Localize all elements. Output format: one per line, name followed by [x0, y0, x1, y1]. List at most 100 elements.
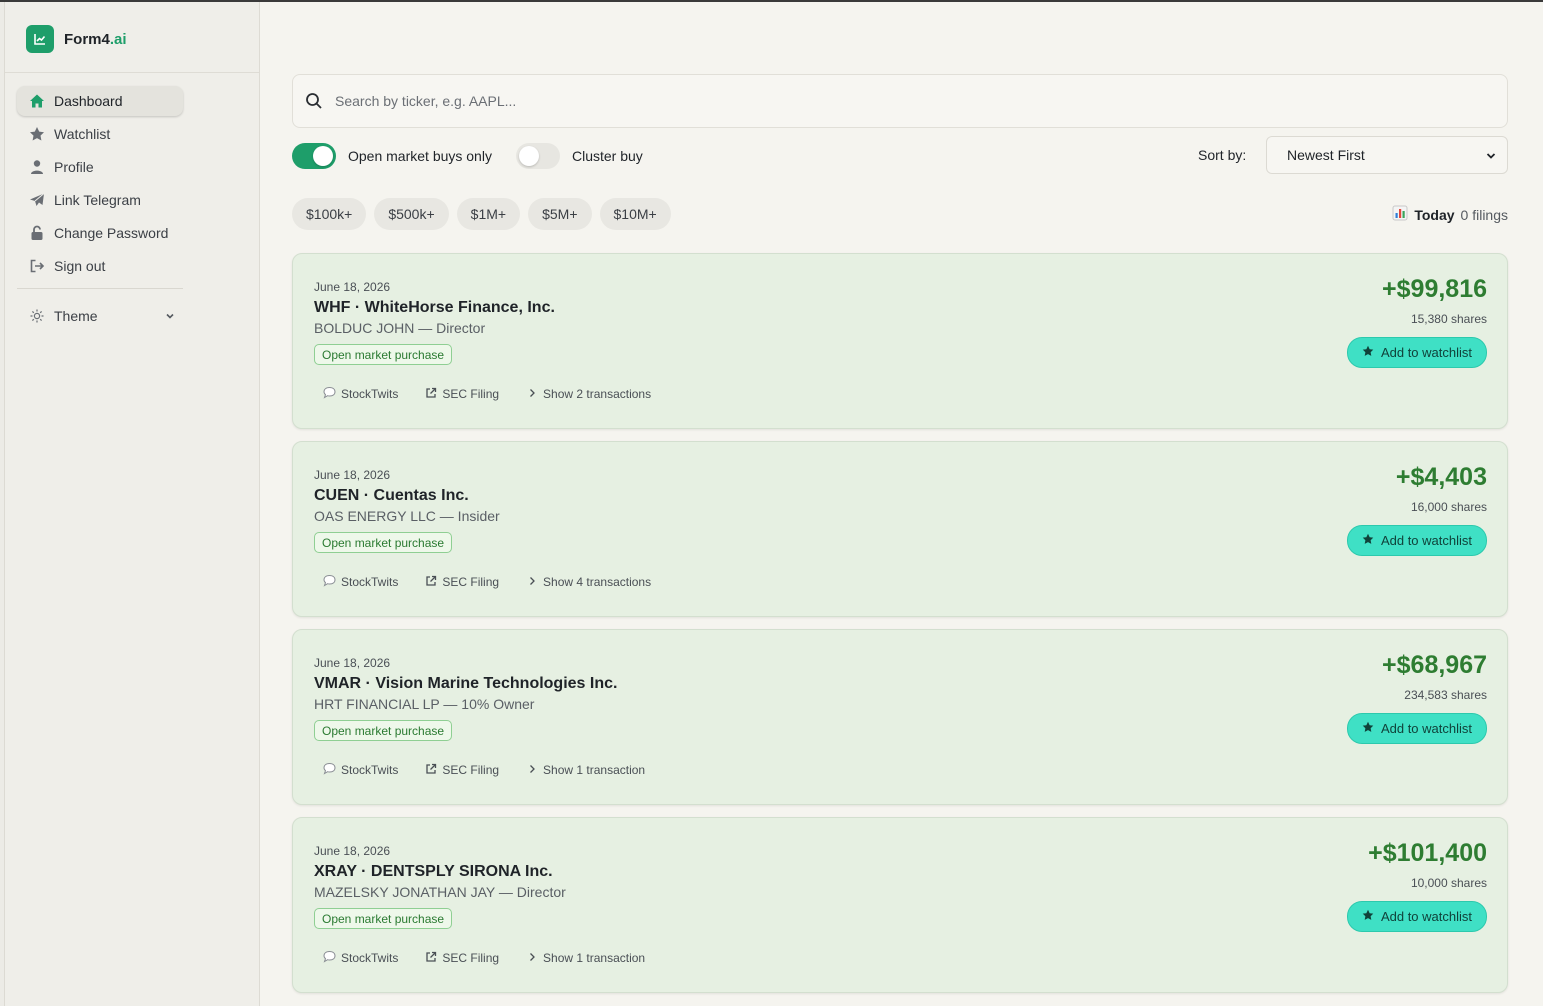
shares-count: 10,000 shares	[1410, 876, 1487, 890]
lock-icon	[29, 225, 45, 241]
sidebar-item-watchlist[interactable]: Watchlist	[17, 119, 183, 149]
add-to-watchlist-button[interactable]: Add to watchlist	[1346, 337, 1487, 368]
add-to-watchlist-label: Add to watchlist	[1380, 721, 1472, 736]
sidebar-item-label: Sign out	[54, 258, 106, 274]
theme-label: Theme	[54, 308, 98, 324]
search-bar[interactable]	[292, 74, 1508, 128]
filing-card: June 18, 2026 WHF · WhiteHorse Finance, …	[292, 253, 1508, 429]
stocktwits-link[interactable]: StockTwits	[323, 386, 398, 402]
transaction-type-badge: Open market purchase	[314, 720, 453, 741]
filing-date: June 18, 2026	[314, 280, 391, 294]
chip-1m[interactable]: $1M+	[456, 198, 521, 230]
card-links: StockTwits SEC Filing Show 4 transaction…	[323, 574, 678, 590]
card-links: StockTwits SEC Filing Show 1 transaction	[323, 950, 672, 966]
stocktwits-link[interactable]: StockTwits	[323, 574, 398, 590]
sort-value: Newest First	[1287, 147, 1365, 163]
sec-filing-label: SEC Filing	[442, 763, 500, 777]
sidebar-item-label: Change Password	[54, 225, 169, 241]
show-transactions-label: Show 2 transactions	[543, 387, 652, 401]
chevron-right-icon	[526, 575, 538, 590]
add-to-watchlist-button[interactable]: Add to watchlist	[1346, 525, 1487, 556]
filing-title[interactable]: VMAR · Vision Marine Technologies Inc.	[314, 675, 617, 693]
add-to-watchlist-label: Add to watchlist	[1380, 345, 1472, 360]
stocktwits-link[interactable]: StockTwits	[323, 950, 398, 966]
stocktwits-label: StockTwits	[341, 763, 399, 777]
show-transactions-label: Show 4 transactions	[543, 575, 652, 589]
chip-10m[interactable]: $10M+	[599, 198, 671, 230]
external-link-icon	[425, 951, 437, 966]
purchase-amount: +$99,816	[1382, 275, 1487, 303]
show-transactions-toggle[interactable]: Show 1 transaction	[526, 951, 645, 966]
amount-filter-chips: $100k+ $500k+ $1M+ $5M+ $10M+	[292, 198, 671, 230]
insider-name: HRT FINANCIAL LP — 10% Owner	[314, 696, 535, 712]
search-icon	[305, 92, 323, 110]
chevron-right-icon	[526, 763, 538, 778]
chip-500k[interactable]: $500k+	[374, 198, 449, 230]
purchase-amount: +$68,967	[1382, 651, 1487, 679]
speech-bubble-icon	[323, 762, 336, 778]
sidebar-item-label: Link Telegram	[54, 192, 141, 208]
stocktwits-label: StockTwits	[341, 575, 399, 589]
show-transactions-toggle[interactable]: Show 1 transaction	[526, 763, 645, 778]
filing-title[interactable]: XRAY · DENTSPLY SIRONA Inc.	[314, 863, 553, 881]
bar-chart-icon	[1392, 205, 1408, 224]
brand-name: Form4.ai	[64, 30, 127, 48]
sort-label: Sort by:	[1198, 147, 1247, 163]
user-icon	[29, 159, 45, 175]
insider-name: OAS ENERGY LLC — Insider	[314, 508, 500, 524]
add-to-watchlist-button[interactable]: Add to watchlist	[1346, 713, 1487, 744]
search-input[interactable]	[335, 93, 1435, 109]
chevron-down-icon	[165, 308, 175, 324]
sidebar-item-dashboard[interactable]: Dashboard	[17, 86, 183, 116]
star-icon	[1362, 533, 1374, 548]
shares-count: 234,583 shares	[1404, 688, 1487, 702]
chart-logo-icon	[26, 25, 54, 53]
sidebar-item-label: Dashboard	[54, 93, 123, 109]
sidebar-nav: Dashboard Watchlist Profile Link Telegra…	[17, 86, 183, 334]
sec-filing-label: SEC Filing	[442, 387, 500, 401]
filters-row: Open market buys only Cluster buy Sort b…	[292, 136, 1508, 174]
sidebar-item-link-telegram[interactable]: Link Telegram	[17, 185, 183, 215]
sort-select[interactable]: Newest First	[1266, 136, 1508, 174]
show-transactions-toggle[interactable]: Show 2 transactions	[526, 387, 651, 402]
sidebar-item-change-password[interactable]: Change Password	[17, 218, 183, 248]
speech-bubble-icon	[323, 950, 336, 966]
brand[interactable]: Form4.ai	[26, 25, 127, 53]
cluster-buy-toggle[interactable]	[515, 143, 560, 169]
sidebar-item-profile[interactable]: Profile	[17, 152, 183, 182]
toggle-knob	[313, 146, 333, 166]
sec-filing-link[interactable]: SEC Filing	[425, 951, 499, 966]
sec-filing-link[interactable]: SEC Filing	[425, 763, 499, 778]
transaction-type-badge: Open market purchase	[314, 908, 453, 929]
sec-filing-label: SEC Filing	[442, 575, 500, 589]
show-transactions-toggle[interactable]: Show 4 transactions	[526, 575, 651, 590]
filing-date: June 18, 2026	[314, 844, 391, 858]
sec-filing-link[interactable]: SEC Filing	[425, 575, 499, 590]
add-to-watchlist-button[interactable]: Add to watchlist	[1346, 901, 1487, 932]
star-icon	[1362, 909, 1374, 924]
open-market-label: Open market buys only	[348, 148, 492, 164]
sidebar-item-sign-out[interactable]: Sign out	[17, 251, 183, 281]
speech-bubble-icon	[323, 386, 336, 402]
external-link-icon	[425, 763, 437, 778]
divider	[5, 72, 259, 73]
sun-icon	[29, 308, 45, 324]
chip-100k[interactable]: $100k+	[292, 198, 367, 230]
chevron-right-icon	[526, 387, 538, 402]
sign-out-icon	[29, 258, 45, 274]
stocktwits-link[interactable]: StockTwits	[323, 762, 398, 778]
home-icon	[29, 93, 45, 109]
star-icon	[29, 126, 45, 142]
filing-title[interactable]: CUEN · Cuentas Inc.	[314, 487, 469, 505]
filing-title[interactable]: WHF · WhiteHorse Finance, Inc.	[314, 299, 555, 317]
chip-5m[interactable]: $5M+	[528, 198, 592, 230]
add-to-watchlist-label: Add to watchlist	[1380, 909, 1472, 924]
show-transactions-label: Show 1 transaction	[543, 951, 646, 965]
insider-name: MAZELSKY JONATHAN JAY — Director	[314, 884, 566, 900]
chevron-down-icon	[1485, 149, 1497, 165]
theme-selector[interactable]: Theme	[17, 301, 183, 331]
sec-filing-link[interactable]: SEC Filing	[425, 387, 499, 402]
external-link-icon	[425, 387, 437, 402]
open-market-toggle[interactable]	[292, 143, 336, 169]
today-count: 0 filings	[1460, 206, 1508, 223]
